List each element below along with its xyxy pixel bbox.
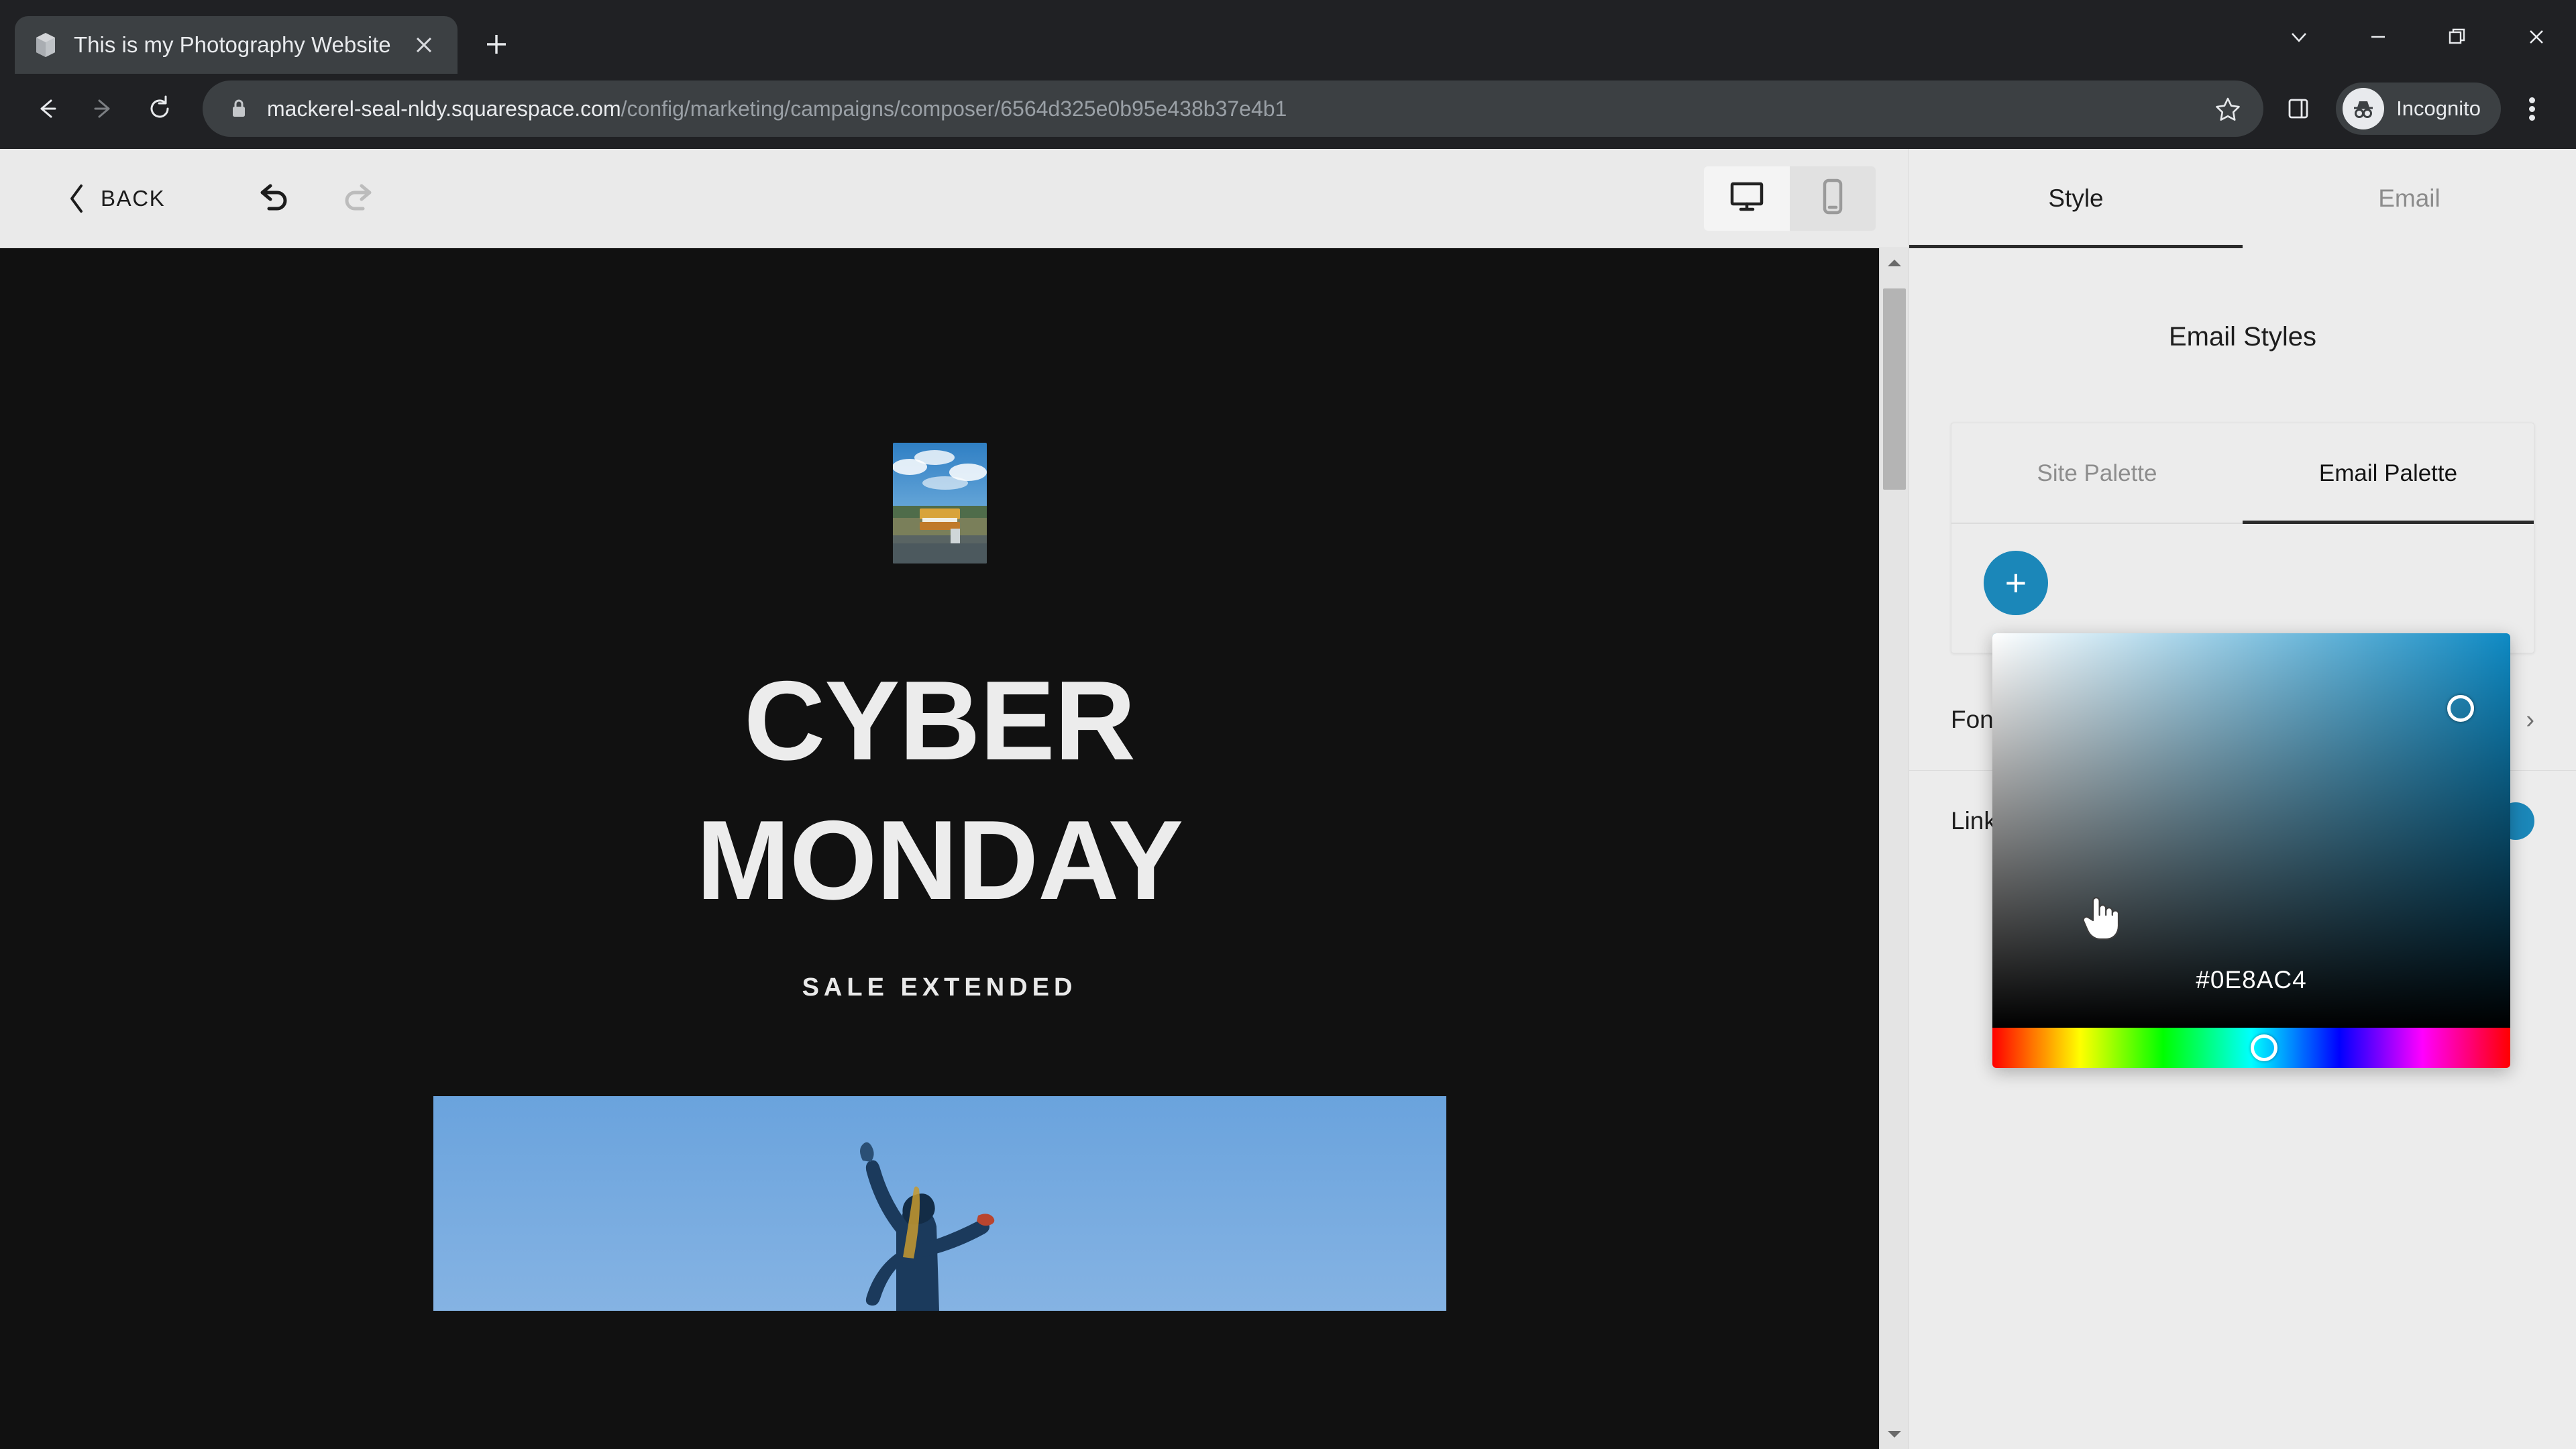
email-logo-image[interactable] xyxy=(892,443,987,564)
minimize-icon[interactable] xyxy=(2339,0,2418,74)
email-canvas-wrapper: CYBER MONDAY SALE EXTENDED xyxy=(0,248,1909,1449)
hue-slider-handle[interactable] xyxy=(2251,1034,2278,1061)
headline-line-1: CYBER xyxy=(743,657,1136,784)
back-label: BACK xyxy=(101,185,166,211)
palette-card: Site Palette Email Palette + xyxy=(1951,423,2534,653)
desktop-preview-button[interactable] xyxy=(1704,166,1790,231)
editor-toolbar: BACK xyxy=(0,149,1909,248)
address-bar-text: mackerel-seal-nldy.squarespace.com/confi… xyxy=(267,97,2204,121)
restore-icon[interactable] xyxy=(2418,0,2497,74)
email-preview-canvas[interactable]: CYBER MONDAY SALE EXTENDED xyxy=(0,248,1879,1449)
address-bar[interactable]: mackerel-seal-nldy.squarespace.com/confi… xyxy=(203,80,2264,137)
scrollbar-thumb[interactable] xyxy=(1882,288,1906,490)
tab-email-palette[interactable]: Email Palette xyxy=(2243,423,2534,524)
color-picker-popover[interactable]: #0E8AC4 xyxy=(1992,633,2510,1068)
tab-title: This is my Photography Website xyxy=(74,32,391,57)
monitor-icon xyxy=(1729,180,1765,217)
browser-tab[interactable]: This is my Photography Website xyxy=(15,16,458,74)
forward-button[interactable] xyxy=(75,80,131,137)
mobile-preview-button[interactable] xyxy=(1790,166,1876,231)
incognito-icon xyxy=(2343,88,2385,129)
device-preview-toggle xyxy=(1704,166,1876,231)
hue-slider[interactable] xyxy=(1992,1028,2510,1068)
email-body-image[interactable] xyxy=(433,1095,1446,1311)
add-color-button[interactable]: + xyxy=(1984,551,2048,615)
phone-icon xyxy=(1819,178,1846,219)
tab-email[interactable]: Email xyxy=(2243,149,2576,248)
saturation-value-handle[interactable] xyxy=(2447,695,2474,722)
undo-icon[interactable] xyxy=(246,172,299,225)
url-host: mackerel-seal-nldy.squarespace.com xyxy=(267,96,621,121)
chevron-left-icon xyxy=(67,183,86,214)
reload-button[interactable] xyxy=(131,80,188,137)
tab-strip: This is my Photography Website xyxy=(0,0,2576,74)
profile-label: Incognito xyxy=(2396,97,2481,120)
canvas-scrollbar[interactable] xyxy=(1879,248,1909,1449)
kebab-menu-icon[interactable] xyxy=(2506,95,2557,123)
new-tab-button[interactable] xyxy=(472,20,521,68)
hex-value-label: #0E8AC4 xyxy=(2196,966,2307,994)
redo-icon[interactable] xyxy=(333,172,386,225)
tab-style[interactable]: Style xyxy=(1909,149,2243,248)
email-headline[interactable]: CYBER MONDAY xyxy=(0,651,1879,930)
window-controls xyxy=(2259,0,2576,74)
palette-tabs: Site Palette Email Palette xyxy=(1951,423,2534,524)
back-to-campaigns-button[interactable]: BACK xyxy=(67,183,165,214)
headline-line-2: MONDAY xyxy=(696,797,1183,924)
editor-column: BACK CYBER MONDAY SALE EXTENDED xyxy=(0,149,1909,1449)
triangle-down-icon[interactable] xyxy=(1880,1419,1909,1449)
close-icon[interactable] xyxy=(408,29,440,61)
saturation-value-area[interactable]: #0E8AC4 xyxy=(1992,633,2510,1028)
panel-tabs: Style Email xyxy=(1909,149,2576,248)
lock-icon xyxy=(225,98,252,119)
side-panel-icon[interactable] xyxy=(2270,95,2326,122)
window-close-icon[interactable] xyxy=(2497,0,2576,74)
omnibox-row: mackerel-seal-nldy.squarespace.com/confi… xyxy=(0,74,2576,149)
cube-icon xyxy=(32,32,59,58)
chevron-down-icon[interactable] xyxy=(2259,0,2339,74)
scrollbar-track[interactable] xyxy=(1880,278,1909,1419)
triangle-up-icon[interactable] xyxy=(1880,248,1909,278)
tab-site-palette[interactable]: Site Palette xyxy=(1951,423,2243,524)
back-button[interactable] xyxy=(19,80,75,137)
email-subheadline[interactable]: SALE EXTENDED xyxy=(0,973,1879,1002)
profile-chip[interactable]: Incognito xyxy=(2336,83,2501,135)
star-icon[interactable] xyxy=(2204,95,2251,122)
chevron-right-icon: › xyxy=(2526,705,2534,734)
url-path: /config/marketing/campaigns/composer/656… xyxy=(621,96,1287,121)
panel-title: Email Styles xyxy=(2168,322,2317,352)
